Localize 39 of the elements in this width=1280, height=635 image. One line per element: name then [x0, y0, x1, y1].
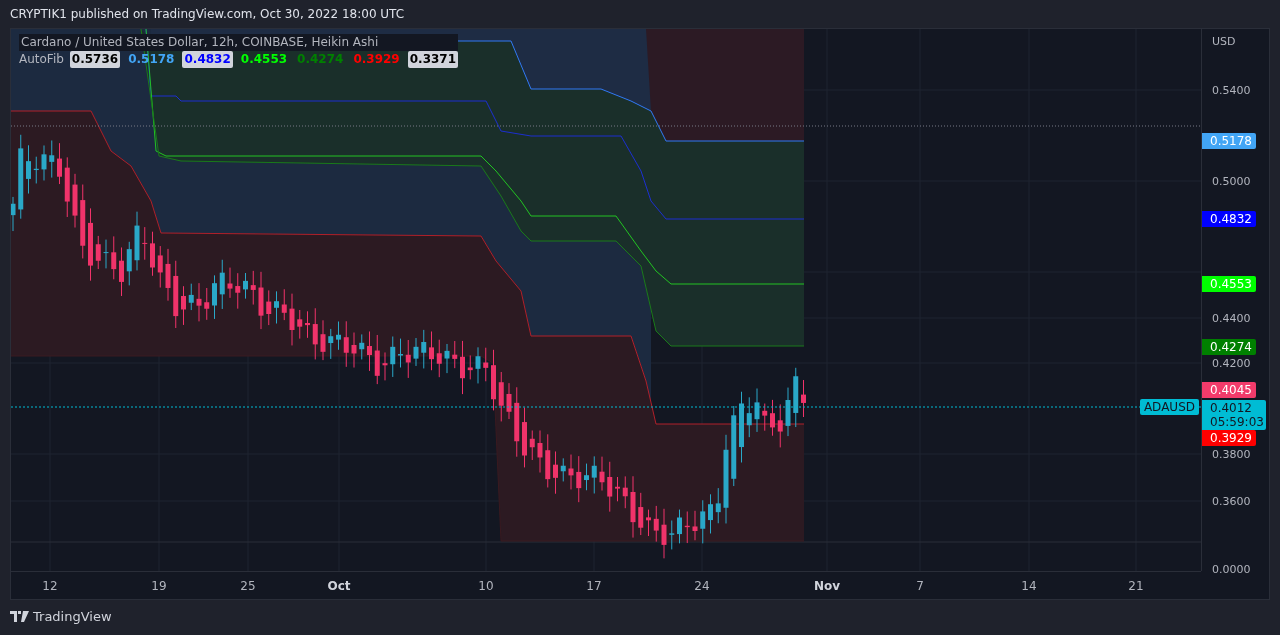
price-tag: 0.3929 [1202, 430, 1256, 446]
logo-icon [10, 611, 29, 622]
price-tag: 0.5178 [1202, 133, 1256, 149]
price-label: 0.3600 [1212, 494, 1251, 508]
indicator-value: 0.3371 [407, 51, 459, 68]
indicator-value: 0.4832 [182, 51, 233, 68]
indicator-value: 0.4274 [296, 51, 345, 68]
date-label: 14 [1021, 579, 1037, 593]
price-tag: 0.4553 [1202, 276, 1256, 292]
publish-info: CRYPTIK1 published on TradingView.com, Oct 30, 2022 18:00 UTC [9, 6, 406, 23]
price-label: 0.4200 [1212, 356, 1251, 370]
date-label: 10 [478, 579, 494, 593]
last-price-tag: 0.4012 05:59:03 [1202, 400, 1266, 430]
date-label: 19 [151, 579, 167, 593]
price-label: 0.5400 [1212, 83, 1251, 97]
currency-label: USD [1212, 34, 1236, 48]
indicator-value: 0.5736 [69, 51, 121, 68]
date-label: 17 [586, 579, 602, 593]
indicator-value: 0.3929 [352, 51, 401, 68]
date-label: 7 [916, 579, 924, 593]
indicator-value: 0.5178 [127, 51, 176, 68]
price-label: 0.4400 [1212, 311, 1251, 325]
symbol-label: ADAUSD [1139, 399, 1199, 415]
date-label: 12 [42, 579, 58, 593]
date-label: 24 [694, 579, 710, 593]
date-label: 25 [240, 579, 256, 593]
price-label: 0.5000 [1212, 174, 1251, 188]
brand-name: TradingView [33, 609, 112, 624]
price-tag: 0.4274 [1202, 339, 1256, 355]
date-label: Oct [327, 579, 351, 593]
price-tag: 0.4832 [1202, 211, 1256, 227]
date-label: Nov [813, 579, 841, 593]
price-label: 0.0000 [1212, 562, 1251, 576]
indicator-value: 0.4553 [239, 51, 289, 68]
indicator-name: AutoFib [19, 51, 64, 68]
date-label: 21 [1128, 579, 1144, 593]
price-label: 0.3800 [1212, 447, 1251, 461]
chart-title: Cardano / United States Dollar, 12h, COINBASE, Heikin Ashi [19, 34, 459, 51]
price-tag: 0.4045 [1202, 382, 1256, 398]
